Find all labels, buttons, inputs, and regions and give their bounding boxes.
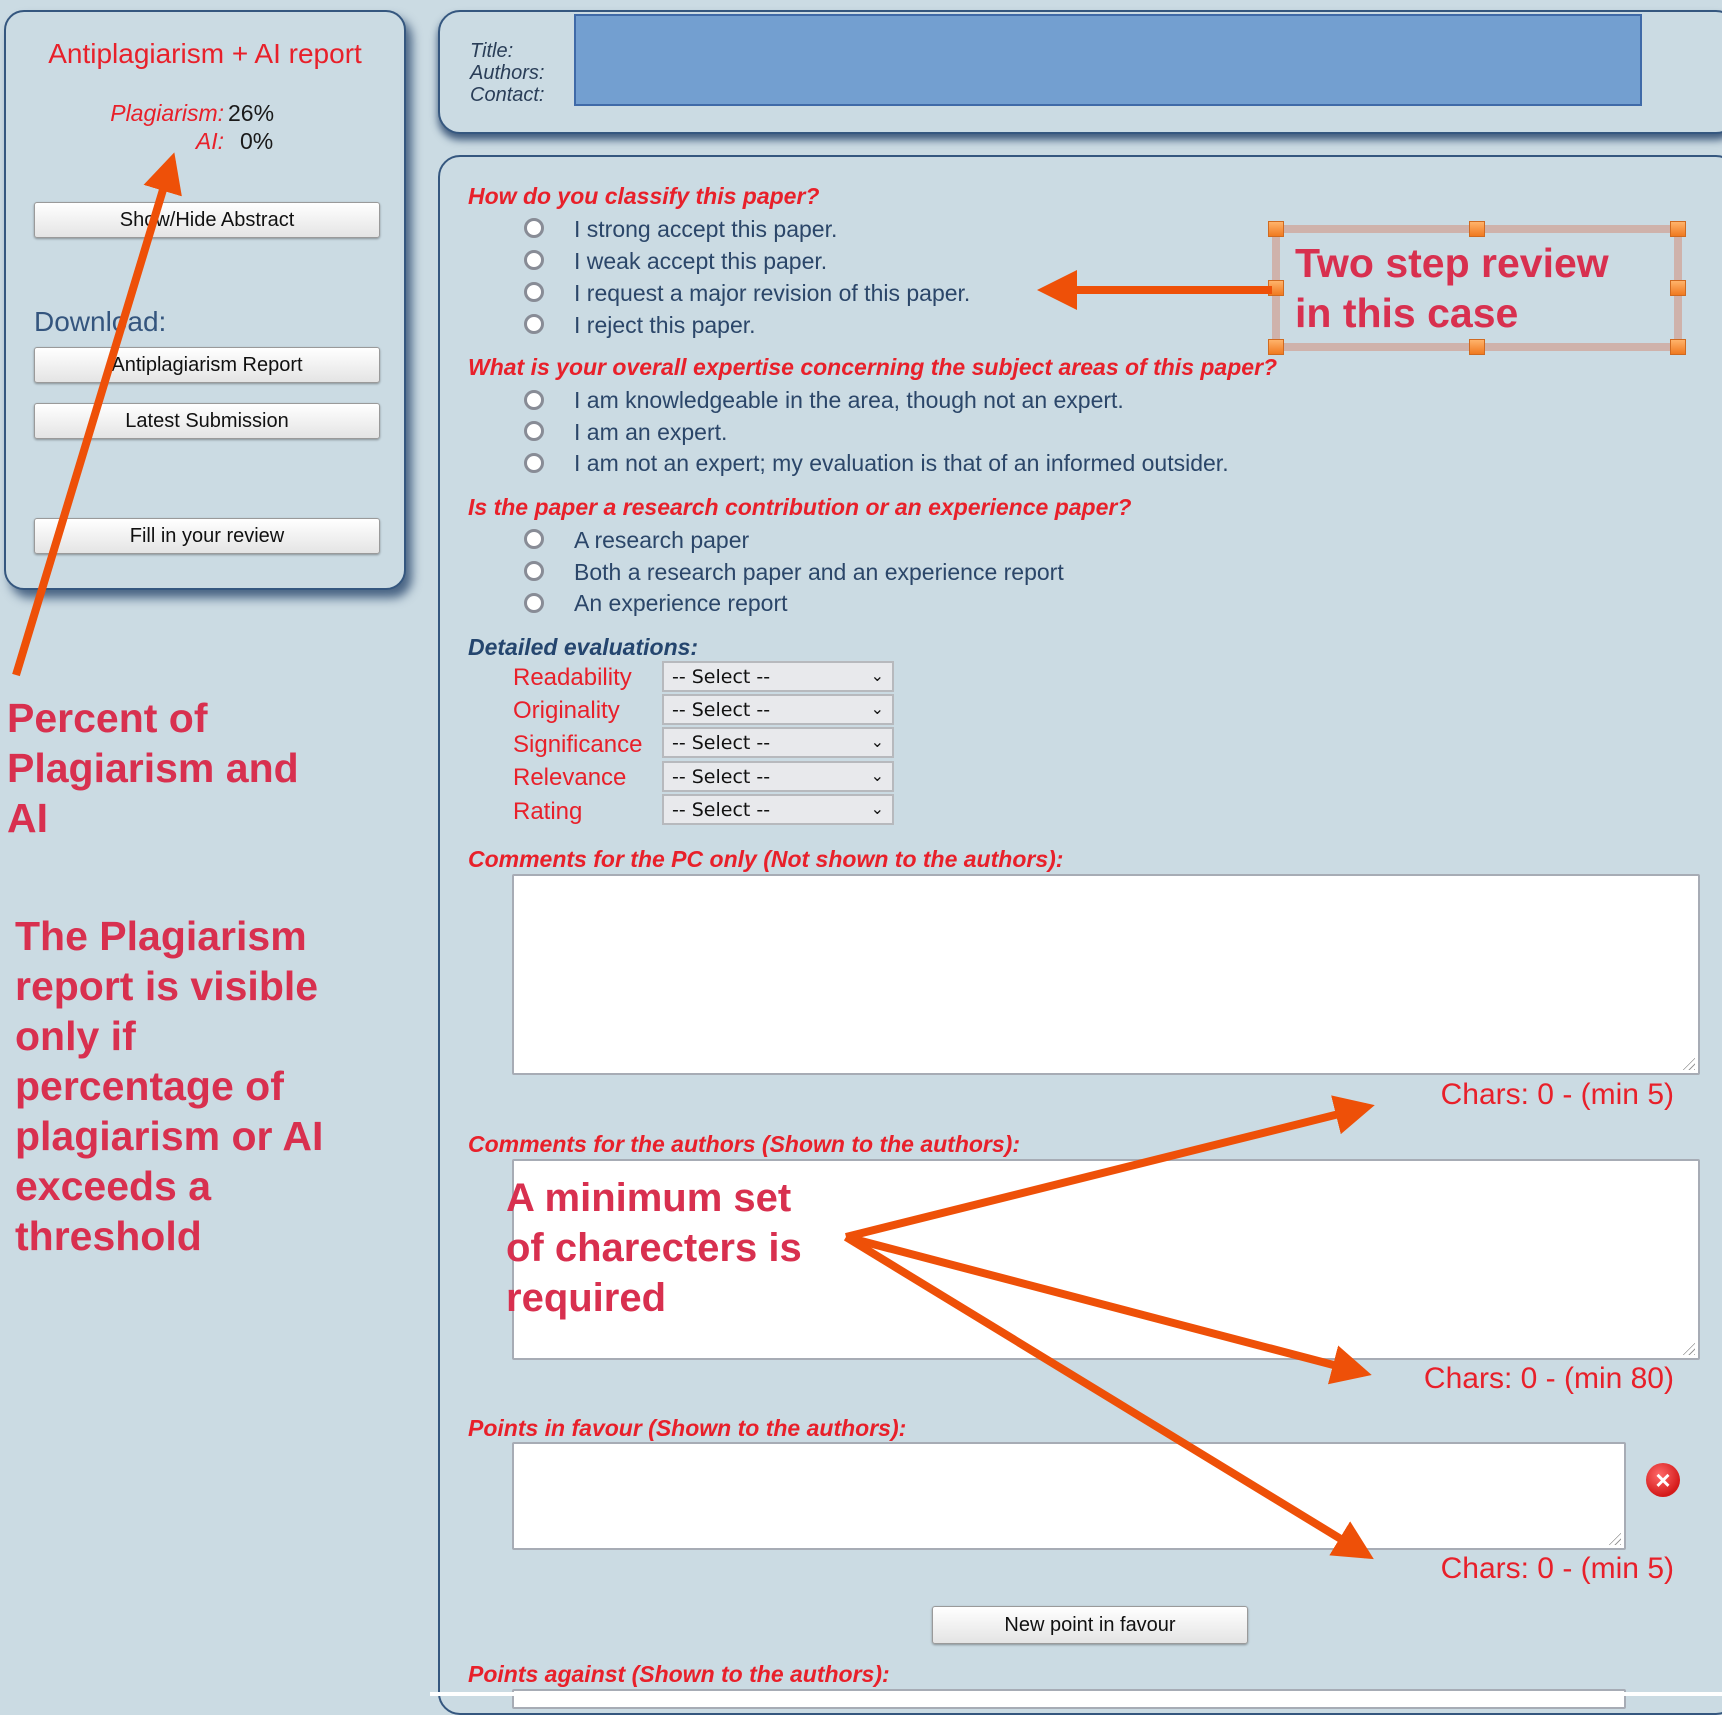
arrow-to-author-char-count <box>844 1233 1372 1385</box>
arrow-to-pc-char-count <box>845 1095 1375 1241</box>
arrow-to-favour-char-count <box>843 1233 1374 1560</box>
arrow-to-percent <box>12 152 182 677</box>
annotation-arrows <box>12 152 1375 1560</box>
